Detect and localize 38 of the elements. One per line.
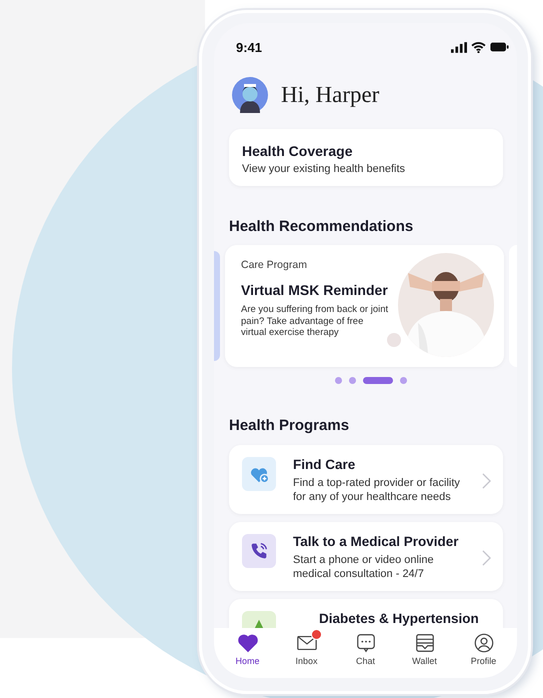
coverage-card[interactable]: Health Coverage View your existing health benefits	[229, 129, 503, 186]
chat-icon	[354, 632, 376, 654]
card-description: Find a top-rated provider or facility for any of your healthcare needs	[293, 476, 461, 504]
tab-bar-item[interactable]: Chat	[340, 632, 390, 678]
tab-bar-item[interactable]: Wallet	[400, 632, 450, 678]
decor-dot-icon	[387, 333, 401, 347]
program-card[interactable]: Talk to a Medical Provider Start a phone or video online medical consultation - 24/7	[229, 522, 503, 591]
card-title: Health Coverage	[242, 143, 354, 159]
carousel-dot[interactable]	[334, 377, 342, 384]
card-title: Find Care	[293, 457, 356, 472]
tab-bar-item[interactable]: Home	[222, 632, 272, 678]
signal-icon	[451, 42, 467, 52]
program-card[interactable]: Diabetes & Hypertension	[229, 599, 503, 628]
chevron-right-icon	[482, 550, 491, 566]
card-category: Care Program	[241, 259, 308, 271]
wallet-icon	[414, 632, 436, 654]
carousel-dot[interactable]	[348, 377, 356, 384]
card-title: Virtual MSK Reminder	[241, 282, 389, 298]
profile-icon	[472, 632, 494, 654]
card-description: Are you suffering from back or joint pain? Take advantage of free virtual exercise therapy	[241, 304, 390, 338]
battery-icon	[490, 42, 509, 52]
tab-bar-item[interactable]: Inbox	[282, 632, 332, 678]
section-heading: Health Programs	[229, 417, 350, 434]
card-subtitle: View your existing health benefits	[242, 163, 406, 175]
carousel-dot[interactable]	[400, 377, 406, 384]
card-description: Start a phone or video online medical consultation - 24/7	[293, 553, 435, 581]
greeting-text: Hi, Harper	[281, 82, 380, 108]
card-title: Talk to a Medical Provider	[293, 534, 460, 549]
tab-bar-item[interactable]: Profile	[458, 632, 508, 678]
card-title: Diabetes & Hypertension	[319, 611, 480, 626]
heart-icon	[236, 632, 258, 654]
program-card[interactable]: Find Care Find a top-rated provider or facility for any of your healthcare needs	[229, 445, 503, 514]
avatar-icon	[232, 77, 268, 113]
section-heading: Health Recommendations	[229, 218, 414, 235]
status-time: 9:41	[236, 40, 262, 54]
chevron-right-icon	[482, 472, 491, 488]
wifi-icon	[471, 42, 486, 52]
recommendation-card[interactable]: Care Program Virtual MSK Reminder Are you suffering from back or joint pain? Take advantage of free virtual exercise therapy	[225, 245, 504, 367]
